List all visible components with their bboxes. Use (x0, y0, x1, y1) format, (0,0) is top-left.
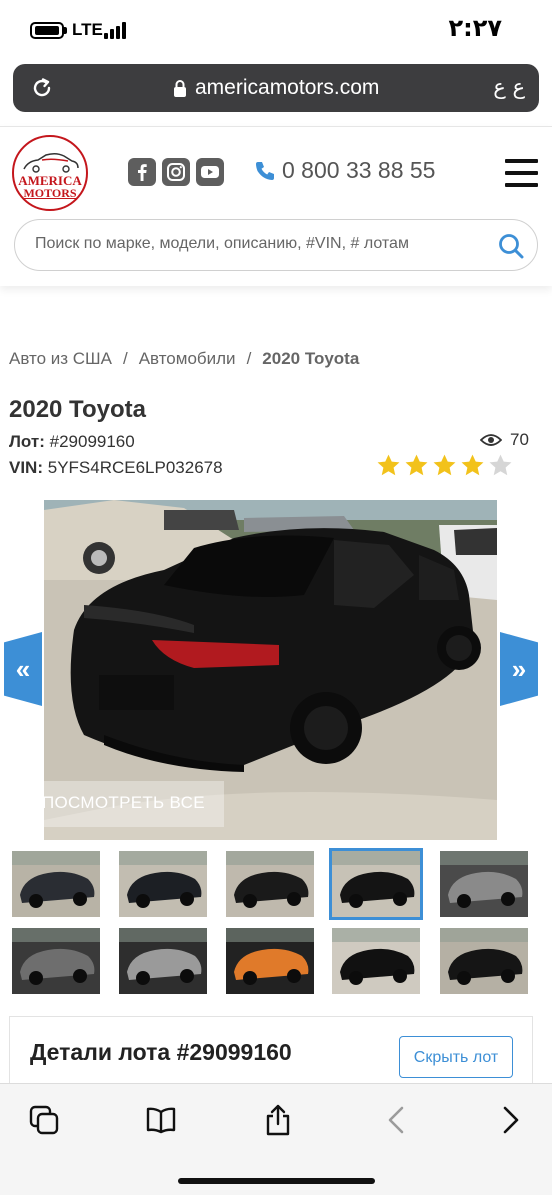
youtube-icon[interactable] (196, 158, 224, 186)
view-count-value: 70 (510, 430, 529, 449)
thumbnail-image (226, 928, 314, 994)
browser-toolbar (0, 1083, 552, 1195)
logo-line2: MOTORS (23, 186, 77, 200)
bookmarks-icon[interactable] (145, 1104, 177, 1136)
gallery-thumbnail[interactable] (12, 928, 100, 994)
reload-icon[interactable] (29, 75, 55, 101)
facebook-icon[interactable] (128, 158, 156, 186)
signal-icon (104, 22, 126, 39)
thumbnail-image (332, 851, 420, 917)
vin-value: 5YFS4RCE6LP032678 (47, 458, 223, 477)
breadcrumb-item-usa-cars[interactable]: Авто из США (9, 349, 112, 368)
gallery-thumbnail[interactable] (329, 848, 423, 920)
breadcrumb-item-current: 2020 Toyota (262, 349, 360, 368)
lot-label: Лот: (9, 432, 45, 451)
gallery-thumbnail[interactable] (440, 851, 528, 917)
vin-label: VIN: (9, 458, 43, 477)
back-icon[interactable] (381, 1104, 413, 1136)
breadcrumb-separator: / (122, 349, 128, 368)
phone-icon[interactable] (254, 160, 276, 182)
rating-stars[interactable] (376, 453, 513, 478)
eye-icon (480, 434, 502, 446)
thumbnail-image (119, 851, 207, 917)
address-bar[interactable]: americamotors.com ع ع (13, 64, 539, 112)
forward-icon[interactable] (494, 1104, 526, 1136)
gallery-thumbnail[interactable] (332, 928, 420, 994)
menu-icon[interactable] (505, 159, 538, 187)
battery-icon (30, 22, 64, 39)
thumbnail-image (226, 851, 314, 917)
home-indicator (178, 1178, 375, 1184)
star-filled-icon[interactable] (460, 453, 485, 478)
star-empty-icon[interactable] (488, 453, 513, 478)
search-input[interactable]: Поиск по марке, модели, описанию, #VIN, … (14, 219, 538, 271)
instagram-icon[interactable] (162, 158, 190, 186)
breadcrumb-separator: / (246, 349, 252, 368)
breadcrumb-item-cars[interactable]: Автомобили (139, 349, 236, 368)
thumbnail-image (332, 928, 420, 994)
gallery-thumbnail[interactable] (226, 928, 314, 994)
tabs-icon[interactable] (28, 1104, 60, 1136)
phone-number[interactable]: 0 800 33 88 55 (282, 157, 435, 184)
thumbnail-image (119, 928, 207, 994)
gallery-thumbnail[interactable] (119, 851, 207, 917)
share-icon[interactable] (262, 1104, 294, 1136)
lock-icon (174, 80, 186, 97)
breadcrumb: Авто из США / Автомобили / 2020 Toyota (9, 349, 359, 369)
site-header: AMERICA MOTORS 0 800 33 88 55 Поиск по м… (0, 126, 552, 286)
thumbnail-image (12, 928, 100, 994)
thumbnail-image (12, 851, 100, 917)
lot-number: Лот: #29099160 (9, 432, 135, 452)
page-title: 2020 Toyota (9, 396, 146, 423)
america-motors-logo[interactable]: AMERICA MOTORS (12, 135, 88, 211)
gallery-thumbnail[interactable] (226, 851, 314, 917)
vin-number: VIN: 5YFS4RCE6LP032678 (9, 458, 223, 478)
gallery-thumbnail[interactable] (440, 928, 528, 994)
view-all-button[interactable]: ПОСМОТРЕТЬ ВСЕ (22, 781, 224, 827)
gallery-thumbnail[interactable] (119, 928, 207, 994)
clock: ٢:٢٧ (448, 14, 502, 42)
gallery-thumbnail[interactable] (12, 851, 100, 917)
url-text[interactable]: americamotors.com (195, 76, 379, 100)
thumbnail-image (440, 851, 528, 917)
next-photo-button[interactable]: » (500, 632, 538, 706)
star-filled-icon[interactable] (404, 453, 429, 478)
search-placeholder: Поиск по марке, модели, описанию, #VIN, … (35, 235, 409, 252)
lot-value: #29099160 (49, 432, 135, 451)
car-logo-icon (23, 152, 79, 173)
star-filled-icon[interactable] (432, 453, 457, 478)
search-icon[interactable] (497, 232, 525, 260)
network-label: LTE (72, 20, 103, 39)
thumbnail-image (440, 928, 528, 994)
prev-photo-button[interactable]: « (4, 632, 42, 706)
status-bar: LTE ٢:٢٧ (0, 0, 552, 62)
battery-tip (64, 27, 67, 34)
star-filled-icon[interactable] (376, 453, 401, 478)
hide-lot-button[interactable]: Скрыть лот (399, 1036, 513, 1078)
view-count: 70 (480, 430, 529, 450)
reader-button[interactable]: ع ع (493, 75, 525, 99)
lot-details-heading: Детали лота #29099160 (30, 1039, 292, 1065)
